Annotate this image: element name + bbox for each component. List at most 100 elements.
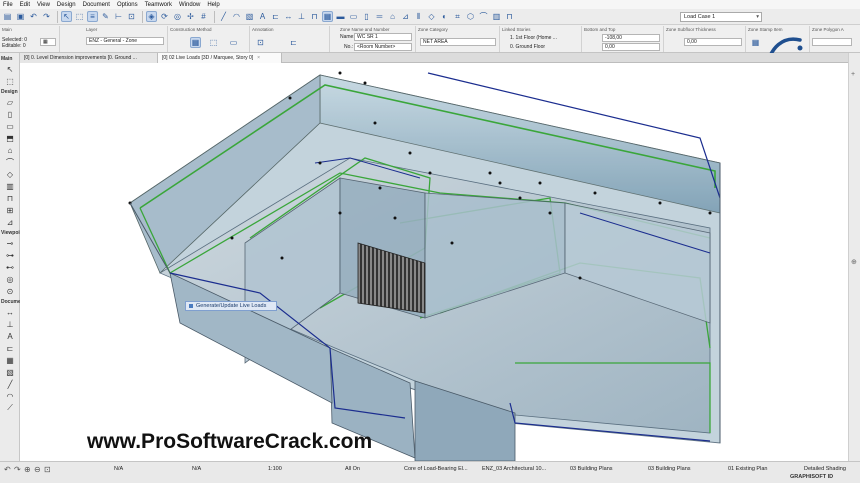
menu-options[interactable]: Options [117, 2, 138, 8]
close-icon[interactable]: × [257, 55, 260, 61]
renovation-filter[interactable]: 03 Building Plans [648, 466, 691, 472]
layer-icon[interactable]: ≡ [87, 11, 98, 22]
label-tool-icon[interactable]: ⊏ [270, 11, 281, 22]
zone-stamp-icon[interactable]: ▦ [750, 37, 761, 48]
zone-icon[interactable]: ▦ [322, 11, 333, 22]
3d-view-icon[interactable]: ◈ [146, 11, 157, 22]
text-tool-icon[interactable]: A [257, 11, 268, 22]
section-icon[interactable]: ⊓ [309, 11, 320, 22]
line-tool-icon[interactable]: ╱ [218, 11, 229, 22]
column-tool-icon[interactable]: ▯ [3, 109, 17, 119]
beam-tool-icon[interactable]: ▭ [3, 121, 17, 131]
shell-tool-icon[interactable]: ⌒ [3, 157, 17, 167]
redo-icon[interactable]: ↷ [41, 11, 52, 22]
zoom-in-icon[interactable]: ⊕ [24, 465, 31, 474]
fill-tool-icon[interactable]: ▧ [244, 11, 255, 22]
construction-method-icon[interactable]: ▦ [190, 37, 201, 48]
arc-tool-icon[interactable]: ◠ [231, 11, 242, 22]
label-tool-icon[interactable]: ⊏ [3, 343, 17, 353]
door-tool-icon[interactable]: ⊓ [3, 193, 17, 203]
column-icon[interactable]: ▯ [361, 11, 372, 22]
curtain-wall-icon[interactable]: ▥ [491, 11, 502, 22]
generate-live-loads-button[interactable]: Generate/Update Live Loads [185, 301, 277, 311]
slab-tool-icon[interactable]: ⬒ [3, 133, 17, 143]
load-case-dropdown[interactable]: Load Case 1 [680, 12, 762, 22]
lock-icon[interactable]: ⊡ [126, 11, 137, 22]
snap-icon[interactable]: ✢ [185, 11, 196, 22]
text-tool-icon[interactable]: A [3, 331, 17, 341]
explore-icon[interactable]: ◎ [172, 11, 183, 22]
roof-tool-icon[interactable]: ⌂ [3, 145, 17, 155]
zone-name-input[interactable]: WC SR 1 [354, 33, 412, 41]
zone-category-dropdown[interactable]: NET AREA [420, 38, 496, 46]
detail-tool-icon[interactable]: ⊙ [3, 286, 17, 296]
annotation-icon[interactable]: ⊡ [255, 37, 266, 48]
menu-edit[interactable]: Edit [20, 2, 30, 8]
redo-icon[interactable]: ↷ [14, 465, 21, 474]
wall-tool-icon[interactable]: ▱ [3, 97, 17, 107]
dimension-marker-icon[interactable]: ⊏ [288, 37, 299, 48]
menu-window[interactable]: Window [179, 2, 200, 8]
menu-design[interactable]: Design [57, 2, 76, 8]
model-view-options[interactable]: Core of Load-Bearing El... [404, 466, 468, 472]
subfloor-input[interactable]: 0,00 [684, 38, 742, 46]
wall-icon[interactable]: ▬ [335, 11, 346, 22]
top-offset-input[interactable]: -108,00 [602, 34, 660, 42]
level-icon[interactable]: ⊥ [296, 11, 307, 22]
zone-tool-icon[interactable]: ▦ [3, 355, 17, 365]
polygon-method-icon[interactable]: ⬚ [208, 37, 219, 48]
home-story-value[interactable]: 0. Ground Floor [510, 44, 545, 50]
zoom-value[interactable]: N/A [192, 466, 201, 472]
menu-view[interactable]: View [37, 2, 50, 8]
element-settings-button[interactable]: ▦ [40, 38, 56, 46]
top-story-value[interactable]: 1. 1st Floor (Home ... [510, 35, 557, 41]
menu-teamwork[interactable]: Teamwork [145, 2, 172, 8]
layer-combination[interactable]: All On [345, 466, 360, 472]
object-icon[interactable]: ◇ [426, 11, 437, 22]
arrow-select-icon[interactable]: ↖ [3, 64, 17, 74]
stair-tool-icon[interactable]: ⊿ [3, 217, 17, 227]
zone-polygon-dropdown[interactable] [812, 38, 852, 46]
layer-dropdown[interactable]: ENZ - General - Zone [86, 37, 164, 45]
angle-value[interactable]: N/A [114, 466, 123, 472]
beam-icon[interactable]: ═ [374, 11, 385, 22]
fit-window-icon[interactable]: ⊡ [44, 465, 51, 474]
section-tool-icon[interactable]: ⊸ [3, 238, 17, 248]
line-tool-icon[interactable]: ╱ [3, 379, 17, 389]
orbit-icon[interactable]: ⟳ [159, 11, 170, 22]
marquee-select-icon[interactable]: ⬚ [3, 76, 17, 86]
measure-icon[interactable]: ⊢ [113, 11, 124, 22]
tab-live-loads[interactable]: [0] 02 Live Loads [3D / Marquee, Story 0… [158, 53, 282, 63]
worksheet-tool-icon[interactable]: ◎ [3, 274, 17, 284]
fill-tool-icon[interactable]: ▧ [3, 367, 17, 377]
menu-help[interactable]: Help [207, 2, 219, 8]
save-icon[interactable]: ▣ [15, 11, 26, 22]
zoom-icon[interactable]: ⊕ [851, 258, 857, 266]
3d-viewport[interactable] [20, 63, 848, 461]
roof-icon[interactable]: ⌂ [387, 11, 398, 22]
marquee-icon[interactable]: ⬚ [74, 11, 85, 22]
undo-icon[interactable]: ↶ [4, 465, 11, 474]
skylight-tool-icon[interactable]: ◇ [3, 169, 17, 179]
zone-number-input[interactable]: <Room Number> [354, 43, 412, 51]
morph-icon[interactable]: ⬡ [465, 11, 476, 22]
shading-mode[interactable]: Detailed Shading [804, 466, 846, 472]
level-dimension-tool-icon[interactable]: ⊥ [3, 319, 17, 329]
interior-elevation-tool-icon[interactable]: ⊷ [3, 262, 17, 272]
arrow-tool-icon[interactable]: ↖ [61, 11, 72, 22]
undo-icon[interactable]: ↶ [28, 11, 39, 22]
pen-icon[interactable]: ✎ [100, 11, 111, 22]
menu-file[interactable]: File [3, 2, 13, 8]
lamp-icon[interactable]: ◐ [439, 11, 450, 22]
window-tool-icon[interactable]: ⊞ [3, 205, 17, 215]
door-icon[interactable]: ⊓ [504, 11, 515, 22]
rectangle-method-icon[interactable]: ▭ [228, 37, 239, 48]
tab-level-dimension[interactable]: [0] 0. Level Dimension improvements [0. … [20, 53, 158, 63]
curtain-wall-tool-icon[interactable]: ▥ [3, 181, 17, 191]
graphisoft-id[interactable]: GRAPHISOFT ID [790, 474, 833, 480]
scale-value[interactable]: 1:100 [268, 466, 282, 472]
menu-document[interactable]: Document [83, 2, 110, 8]
graphic-override[interactable]: 03 Building Plans [570, 466, 613, 472]
polyline-tool-icon[interactable]: ⟋ [3, 403, 17, 413]
dimension-icon[interactable]: ↔ [283, 11, 294, 22]
